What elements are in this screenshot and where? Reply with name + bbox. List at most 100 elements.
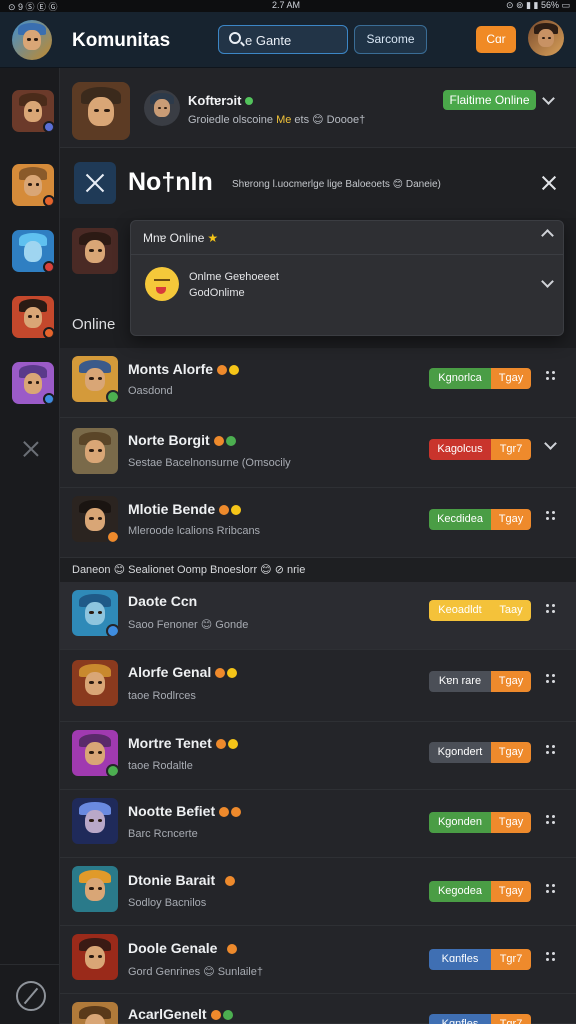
status-tag: Tgr7 — [491, 1014, 531, 1024]
more-icon[interactable] — [546, 674, 556, 684]
list-item[interactable]: Daote Ccn Saoo Fenoner 😊 Gonde Keoadldt T… — [60, 582, 576, 650]
list-thumbnail[interactable] — [72, 228, 118, 274]
status-label: Kagolcus — [429, 439, 491, 460]
status-badge[interactable]: Kɑnfles Tgr7 — [429, 949, 531, 970]
member-name-text: Monts Alorfe — [128, 361, 214, 377]
list-item[interactable]: Mlotie Bende Mleroode lcalions Rribcans … — [60, 488, 576, 558]
close-icon[interactable] — [22, 440, 40, 458]
list-item[interactable]: Norte Borgit Sestae Bacelnonsurne (Omsoc… — [60, 418, 576, 488]
list-item[interactable]: Dtonie Barait Sodloy Bacnilos Kegodea Tga… — [60, 858, 576, 926]
featured-subtitle: Groiedle olscoine Me ets 😊 Doooe† — [188, 113, 365, 126]
chevron-down-icon[interactable] — [542, 92, 555, 105]
dropdown-title: Mnɐ Online ★ — [143, 231, 218, 245]
banner-description: Shɐrong l.uocmerlge lige Baloeoets 😊 Dan… — [232, 179, 441, 190]
member-subtitle: taoe Rodlrces — [128, 690, 196, 702]
sidebar-community-3[interactable] — [12, 230, 54, 272]
avatar — [72, 356, 118, 402]
featured-subtitle-end: ets 😊 Doooe† — [294, 114, 366, 126]
search-input[interactable] — [245, 30, 345, 50]
dropdown-title-text: Mnɐ Online — [143, 231, 205, 245]
sidebar-community-5[interactable] — [12, 362, 54, 404]
list-item[interactable]: Alorfe Genal taoe Rodlrces Kɐn rare Tgay — [60, 650, 576, 722]
emoji-icon — [217, 365, 228, 376]
status-tag: Tgay — [491, 509, 531, 530]
profile-avatar[interactable] — [528, 20, 564, 56]
member-subtitle: Sestae Bacelnonsurne (Omsocily — [128, 457, 291, 469]
member-name: Mlotie Bende — [128, 501, 242, 517]
status-badge[interactable]: Kegodea Tgay — [429, 881, 531, 902]
status-badge[interactable]: Kgondert Tgay — [429, 742, 531, 763]
member-subtitle: Mleroode lcalions Rribcans — [128, 525, 261, 537]
main-content: Koftɐrɔit Groiedle olscoine Me ets 😊 Doo… — [60, 68, 576, 1024]
badge-icon — [43, 327, 54, 338]
status-tag: Tgay — [491, 671, 531, 692]
chevron-down-icon[interactable] — [544, 437, 557, 450]
badge-icon — [106, 764, 118, 776]
status-badge[interactable]: Kɑnfles Tgr7 — [429, 1014, 531, 1024]
list-item[interactable]: Nootte Befiet Barc Rcncerte Kgonden Tgay — [60, 790, 576, 858]
close-icon[interactable] — [542, 176, 556, 190]
featured-highlight: Me — [276, 114, 292, 126]
status-badge[interactable]: Kgonden Tgay — [429, 812, 531, 833]
online-dropdown[interactable]: Mnɐ Online ★ Onlme Geɐhoeeet GodOnlime — [130, 220, 564, 336]
app-logo-avatar[interactable] — [12, 20, 52, 60]
header-action-button[interactable]: Cɑr — [476, 26, 516, 53]
emoji-icon — [213, 436, 224, 447]
search-button[interactable]: Sarcome — [354, 25, 427, 54]
status-badge[interactable]: Kagolcus Tgr7 — [429, 439, 531, 460]
emoji-icon — [227, 944, 238, 955]
featured-subtitle-text: Groiedle olscoine — [188, 114, 273, 126]
status-icons-right: ⊙ ⊚ ▮ ▮ 56% ▭ — [505, 0, 570, 10]
status-label: Kgonden — [429, 812, 491, 833]
more-icon[interactable] — [546, 884, 556, 894]
list-item[interactable]: Mortre Tenet taoe Rodaltle Kgondert Tgay — [60, 722, 576, 790]
status-label: Kgondert — [429, 742, 491, 763]
status-badge[interactable]: Flaitime Online — [443, 90, 536, 110]
more-icon[interactable] — [546, 952, 556, 962]
divider-text: Daneon 😊 Sealionet Oomp Bnoeslorr 😊 ⊘ nr… — [72, 564, 306, 576]
featured-member[interactable]: Koftɐrɔit Groiedle olscoine Me ets 😊 Doo… — [60, 68, 576, 148]
chevron-up-icon[interactable] — [541, 229, 554, 242]
emoji-icon — [215, 739, 226, 750]
emoji-icon — [222, 1010, 233, 1021]
badge-icon — [43, 393, 54, 404]
status-badge[interactable]: Kɐn rare Tgay — [429, 671, 531, 692]
featured-name-text: Koftɐrɔit — [188, 93, 242, 108]
member-name: AcarlGenelt — [128, 1006, 233, 1022]
activity-divider: Daneon 😊 Sealionet Oomp Bnoeslorr 😊 ⊘ nr… — [60, 558, 576, 582]
badge-icon — [106, 530, 118, 542]
search-icon — [229, 32, 241, 44]
dropdown-header[interactable]: Mnɐ Online ★ — [131, 221, 563, 255]
emoji-icon — [219, 807, 230, 818]
status-label: Kɑnfles — [429, 949, 491, 970]
status-badge[interactable]: Kecdidea Tgay — [429, 509, 531, 530]
more-icon[interactable] — [546, 815, 556, 825]
emoji-icon — [227, 739, 238, 750]
status-badge[interactable]: Kgnorlca Tgay — [429, 368, 531, 389]
member-name-text: Dtonie Barait — [128, 872, 216, 888]
list-item[interactable]: Monts Alorfe Oasdond Kgnorlca Tgay — [60, 348, 576, 418]
compass-icon[interactable] — [16, 981, 46, 1011]
list-item[interactable]: Doole Genale Gord Genrines 😊 Sunlaile† K… — [60, 926, 576, 994]
more-icon[interactable] — [546, 511, 556, 521]
status-badge[interactable]: Keoadldt Taay — [429, 600, 531, 621]
more-icon[interactable] — [546, 604, 556, 614]
star-icon: ★ — [207, 231, 219, 245]
member-subtitle: Gord Genrines 😊 Sunlaile† — [128, 966, 263, 978]
status-time: 2.7 AM — [272, 0, 301, 10]
more-icon[interactable] — [546, 745, 556, 755]
badge-icon — [43, 121, 54, 132]
sidebar-community-2[interactable] — [12, 164, 54, 206]
list-item[interactable]: AcarlGenelt Kɑnfles Tgr7 — [60, 994, 576, 1024]
banner-title: No†nln — [128, 168, 213, 196]
sidebar-community-4[interactable] — [12, 296, 54, 338]
sidebar-community-1[interactable] — [12, 90, 54, 132]
emoji-icon — [227, 668, 238, 679]
chevron-down-icon[interactable] — [541, 275, 554, 288]
online-dot-icon — [245, 97, 254, 105]
more-icon[interactable] — [546, 371, 556, 381]
search-box[interactable] — [218, 25, 348, 54]
member-name-text: Alorfe Genal — [128, 664, 212, 680]
status-label: Kegodea — [429, 881, 491, 902]
member-name: Monts Alorfe — [128, 361, 240, 377]
